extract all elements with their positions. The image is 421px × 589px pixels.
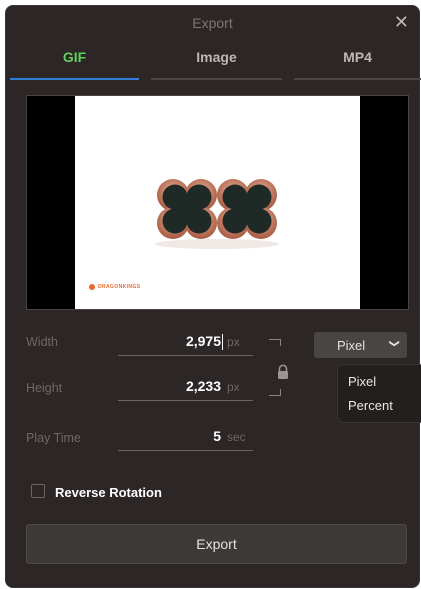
dialog-title: Export: [192, 15, 233, 31]
play-time-label: Play Time: [26, 431, 81, 445]
earrings-illustration: [155, 179, 279, 249]
play-time-value: 5: [213, 428, 221, 444]
height-value: 2,233: [185, 378, 221, 394]
width-label: Width: [26, 335, 58, 349]
tab-mp4-underline: [294, 78, 421, 80]
height-unit: px: [227, 380, 240, 394]
tab-mp4[interactable]: MP4: [294, 46, 421, 80]
chevron-down-icon: ❯: [388, 339, 400, 348]
close-icon[interactable]: ✕: [394, 12, 409, 33]
tab-image-underline: [151, 78, 282, 80]
tab-gif-underline: [10, 78, 139, 80]
height-label: Height: [26, 381, 63, 395]
tab-gif-label: GIF: [62, 49, 87, 65]
brand-logo-icon: [89, 284, 95, 290]
link-bracket-bottom: [269, 389, 281, 396]
brand-text: DRAGONKINGS: [98, 284, 141, 290]
preview-frame: DRAGONKINGS: [26, 95, 409, 310]
reverse-rotation-label[interactable]: Reverse Rotation: [55, 485, 162, 500]
tab-gif[interactable]: GIF: [10, 46, 139, 80]
tab-image-label: Image: [196, 49, 237, 65]
link-bracket-top: [269, 339, 281, 346]
brand-watermark: DRAGONKINGS: [89, 284, 140, 290]
width-unit: px: [227, 335, 240, 349]
width-value: 2,975: [185, 333, 221, 349]
tab-mp4-label: MP4: [343, 49, 372, 65]
height-input[interactable]: 2,233 px: [118, 378, 253, 401]
unit-option-percent[interactable]: Percent: [348, 398, 393, 413]
export-button[interactable]: Export: [26, 524, 407, 564]
width-input[interactable]: 2,975 px: [118, 333, 253, 356]
text-caret: [222, 334, 223, 350]
play-time-unit: sec: [227, 430, 246, 444]
export-dialog: Export ✕ GIF Image MP4 DRAGONKINGS Width…: [5, 5, 421, 588]
unit-select-value: Pixel: [337, 338, 366, 353]
reverse-rotation-checkbox[interactable]: [31, 484, 45, 498]
preview-image: DRAGONKINGS: [75, 96, 360, 309]
unit-dropdown-menu: Pixel Percent: [337, 364, 421, 423]
tab-image[interactable]: Image: [151, 46, 282, 80]
lock-icon[interactable]: [276, 364, 290, 380]
play-time-input[interactable]: 5 sec: [118, 428, 253, 451]
unit-select[interactable]: Pixel ❯: [314, 332, 407, 358]
unit-option-pixel[interactable]: Pixel: [348, 374, 376, 389]
